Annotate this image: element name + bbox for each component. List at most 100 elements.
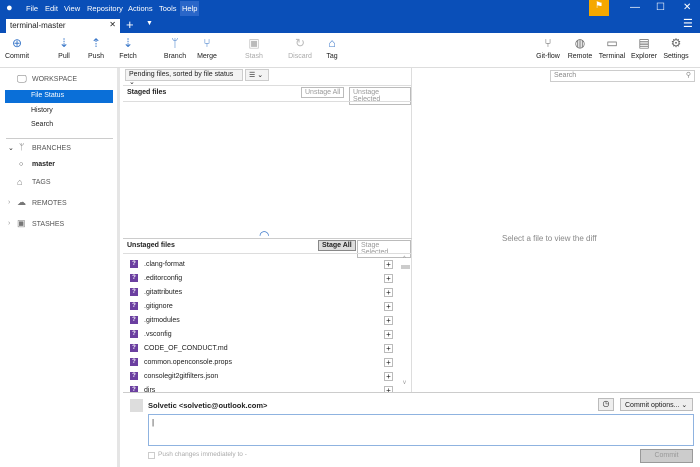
loading-spinner-icon: ◠ — [259, 228, 270, 242]
file-row[interactable]: ? .clang-format + — [130, 257, 410, 271]
commit-panel: Solvetic <solvetic@outlook.com> ◷ Commit… — [123, 392, 700, 467]
flag-icon[interactable]: ⚑ — [589, 0, 609, 16]
stage-file-button[interactable]: + — [384, 315, 393, 325]
tag-button[interactable]: ⌂ Tag — [312, 36, 352, 60]
untracked-status-icon: ? — [130, 316, 138, 324]
file-row[interactable]: ? .gitattributes + — [130, 285, 410, 299]
commit-options-dropdown[interactable]: Commit options... ⌄ — [620, 398, 693, 411]
splitter[interactable] — [123, 238, 412, 239]
unstage-selected-button[interactable]: Unstage Selected — [349, 87, 411, 105]
stash-icon: ▣ — [17, 218, 26, 228]
stage-all-button[interactable]: Stage All — [318, 240, 356, 251]
merge-icon: ⑂ — [203, 36, 211, 50]
minimize-button[interactable]: — — [630, 2, 640, 13]
stage-file-button[interactable]: + — [384, 371, 393, 381]
menu-repository[interactable]: Repository — [87, 4, 123, 13]
gear-icon: ⚙ — [670, 36, 682, 50]
file-row[interactable]: ? .editorconfig + — [130, 271, 410, 285]
current-branch-icon: ○ — [19, 161, 24, 168]
file-row[interactable]: ? consolegit2gitfilters.json + — [130, 369, 410, 383]
avatar — [130, 399, 143, 412]
merge-button[interactable]: ⑂ Merge — [187, 36, 227, 60]
close-tab-icon[interactable]: ✕ — [109, 20, 116, 29]
untracked-status-icon: ? — [130, 302, 138, 310]
file-status-panel: Pending files, sorted by file status ⌄ ☰… — [123, 68, 412, 395]
file-name: common.openconsole.props — [144, 358, 232, 366]
divider — [123, 101, 412, 102]
untracked-status-icon: ? — [130, 344, 138, 352]
settings-button[interactable]: ⚙ Settings — [656, 36, 696, 60]
tab-terminal-master[interactable]: terminal-master ✕ — [6, 19, 120, 33]
maximize-button[interactable]: ☐ — [656, 2, 665, 13]
fetch-button[interactable]: ⇣ Fetch — [108, 36, 148, 60]
commit-button[interactable]: ⊕ Commit — [0, 36, 37, 60]
new-tab-button[interactable]: + — [126, 17, 134, 32]
untracked-status-icon: ? — [130, 358, 138, 366]
chevron-right-icon[interactable]: › — [8, 220, 10, 227]
history-clock-button[interactable]: ◷ — [598, 398, 614, 411]
cloud-icon: ☁ — [17, 197, 26, 207]
sidebar-item-history[interactable]: History — [5, 105, 113, 118]
fetch-icon: ⇣ — [122, 36, 134, 50]
tab-label: terminal-master — [10, 21, 66, 30]
sidebar-item-search[interactable]: Search — [5, 119, 113, 132]
file-row[interactable]: ? CODE_OF_CONDUCT.md + — [130, 341, 410, 355]
branches-heading[interactable]: BRANCHES — [32, 145, 71, 152]
push-immediately-checkbox[interactable] — [148, 452, 155, 459]
commit-message-input[interactable]: | — [148, 414, 694, 446]
untracked-status-icon: ? — [130, 260, 138, 268]
menu-tools[interactable]: Tools — [159, 4, 177, 13]
stage-file-button[interactable]: + — [384, 259, 393, 269]
chevron-down-icon[interactable]: ⌄ — [8, 144, 14, 152]
menu-help[interactable]: Help — [180, 1, 200, 16]
file-name: .clang-format — [144, 260, 185, 268]
tab-bar: terminal-master ✕ + ▼ ☰ — [0, 17, 700, 33]
scrollbar[interactable]: ^ v — [401, 256, 410, 390]
menu-view[interactable]: View — [64, 4, 80, 13]
close-button[interactable]: ✕ — [683, 2, 691, 13]
menu-edit[interactable]: Edit — [45, 4, 58, 13]
file-row[interactable]: ? .gitignore + — [130, 299, 410, 313]
file-name: consolegit2gitfilters.json — [144, 372, 219, 380]
file-name: .vsconfig — [144, 330, 172, 338]
folder-icon: ▤ — [638, 36, 650, 50]
hamburger-menu-icon[interactable]: ☰ — [683, 17, 693, 30]
menu-file[interactable]: File — [26, 4, 38, 13]
branch-icon: ᛘ — [171, 36, 179, 50]
stash-button[interactable]: ▣ Stash — [234, 36, 274, 60]
stage-file-button[interactable]: + — [384, 357, 393, 367]
divider — [123, 253, 412, 254]
workspace-heading: WORKSPACE — [32, 76, 77, 83]
remotes-heading[interactable]: REMOTES — [32, 200, 67, 207]
untracked-status-icon: ? — [130, 274, 138, 282]
tab-dropdown-icon[interactable]: ▼ — [146, 20, 153, 27]
file-name: .gitmodules — [144, 316, 180, 324]
stage-file-button[interactable]: + — [384, 287, 393, 297]
sidebar-item-file-status[interactable]: File Status — [5, 90, 113, 103]
untracked-status-icon: ? — [130, 288, 138, 296]
terminal-icon: ▭ — [606, 36, 618, 50]
menu-actions[interactable]: Actions — [128, 4, 153, 13]
scrollbar-thumb[interactable] — [401, 265, 410, 269]
stage-file-button[interactable]: + — [384, 343, 393, 353]
unstage-all-button[interactable]: Unstage All — [301, 87, 345, 98]
stage-file-button[interactable]: + — [384, 329, 393, 339]
title-bar: ● File Edit View Repository Actions Tool… — [0, 0, 700, 17]
branch-master[interactable]: master — [32, 161, 55, 168]
file-row[interactable]: ? common.openconsole.props + — [130, 355, 410, 369]
sidebar: 🖵 WORKSPACE File Status History Search ⌄… — [0, 68, 120, 467]
view-options-dropdown[interactable]: ☰ ⌄ — [245, 69, 269, 81]
chevron-right-icon[interactable]: › — [8, 199, 10, 206]
commit-submit-button[interactable]: Commit — [640, 449, 693, 463]
sort-dropdown[interactable]: Pending files, sorted by file status ⌄ — [125, 69, 243, 86]
diff-empty-message: Select a file to view the diff — [502, 234, 597, 243]
stage-file-button[interactable]: + — [384, 301, 393, 311]
file-row[interactable]: ? .gitmodules + — [130, 313, 410, 327]
stashes-heading[interactable]: STASHES — [32, 221, 64, 228]
tags-heading[interactable]: TAGS — [32, 179, 51, 186]
sourcetree-logo-icon: ● — [6, 2, 13, 14]
search-input[interactable]: Search ⚲ — [550, 70, 695, 82]
file-name: .editorconfig — [144, 274, 183, 282]
stage-file-button[interactable]: + — [384, 273, 393, 283]
file-row[interactable]: ? .vsconfig + — [130, 327, 410, 341]
